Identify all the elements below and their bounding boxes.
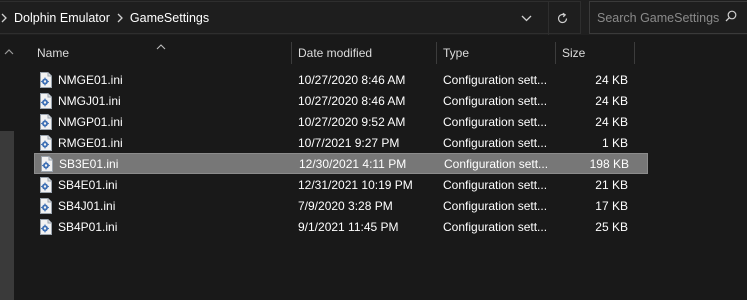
file-type: Configuration sett...	[443, 135, 548, 150]
file-name: NMGE01.ini	[58, 72, 123, 87]
file-rows: NMGE01.ini 10/27/2020 8:46 AM Configurat…	[18, 69, 747, 237]
scroll-up-icon[interactable]	[4, 43, 14, 55]
file-size: 24 KB	[595, 72, 628, 87]
config-file-icon	[39, 90, 55, 111]
file-type: Configuration sett...	[443, 198, 548, 213]
file-date-modified: 12/31/2021 10:19 PM	[298, 177, 413, 192]
file-name: NMGJ01.ini	[58, 93, 121, 108]
file-row-selected[interactable]: SB3E01.ini 12/30/2021 4:11 PM Configurat…	[34, 153, 648, 174]
file-row[interactable]: SB4J01.ini 7/9/2020 3:28 PM Configuratio…	[34, 195, 648, 216]
file-name: SB3E01.ini	[59, 156, 119, 171]
config-file-icon	[39, 69, 55, 90]
file-size: 21 KB	[595, 177, 628, 192]
file-name: NMGP01.ini	[58, 114, 123, 129]
toolbar: Dolphin Emulator GameSettings	[0, 0, 747, 35]
search-icon[interactable]	[725, 9, 737, 27]
file-list: Name Date modified Type Size NMGE01.ini …	[18, 35, 747, 300]
file-date-modified: 10/7/2021 9:27 PM	[298, 135, 400, 150]
file-date-modified: 10/27/2020 8:46 AM	[298, 72, 406, 87]
file-name: SB4E01.ini	[58, 177, 118, 192]
file-row[interactable]: SB4E01.ini 12/31/2021 10:19 PM Configura…	[34, 174, 648, 195]
file-row[interactable]: NMGP01.ini 10/27/2020 9:52 AM Configurat…	[34, 111, 648, 132]
column-header-size[interactable]: Size	[556, 42, 635, 64]
file-date-modified: 7/9/2020 3:28 PM	[298, 198, 393, 213]
config-file-icon	[39, 111, 55, 132]
file-name: RMGE01.ini	[58, 135, 123, 150]
file-date-modified: 10/27/2020 8:46 AM	[298, 93, 406, 108]
column-header-name-label: Name	[37, 46, 70, 60]
column-header-date-label: Date modified	[298, 46, 373, 60]
file-type: Configuration sett...	[443, 93, 548, 108]
column-header-date[interactable]: Date modified	[292, 42, 437, 64]
file-type: Configuration sett...	[443, 72, 548, 87]
config-file-icon	[39, 132, 55, 153]
config-file-icon	[39, 174, 55, 195]
address-bar[interactable]: Dolphin Emulator GameSettings	[0, 1, 581, 35]
column-header-name[interactable]: Name	[31, 42, 292, 64]
chevron-down-icon[interactable]	[513, 2, 539, 35]
file-row[interactable]: SB4P01.ini 9/1/2021 11:45 PM Configurati…	[34, 216, 648, 237]
navigation-pane	[0, 35, 18, 300]
file-size: 24 KB	[595, 93, 628, 108]
chevron-right-icon[interactable]	[0, 11, 8, 25]
column-header-type[interactable]: Type	[437, 42, 556, 64]
column-divider[interactable]	[634, 42, 635, 64]
file-explorer-window: Dolphin Emulator GameSettings Search Gam…	[0, 0, 747, 300]
file-size: 1 KB	[601, 135, 628, 150]
search-box[interactable]	[589, 1, 747, 34]
chevron-right-icon[interactable]	[116, 11, 124, 25]
file-size: 198 KB	[589, 156, 629, 171]
file-type: Configuration sett...	[443, 219, 548, 234]
file-size: 24 KB	[595, 114, 628, 129]
file-type: Configuration sett...	[443, 114, 548, 129]
config-file-icon	[40, 153, 56, 174]
file-row[interactable]: NMGE01.ini 10/27/2020 8:46 AM Configurat…	[34, 69, 648, 90]
file-size: 17 KB	[595, 198, 628, 213]
navigation-scrollbar-thumb[interactable]	[0, 131, 14, 300]
refresh-icon[interactable]	[548, 2, 576, 35]
config-file-icon	[39, 216, 55, 237]
column-header-size-label: Size	[562, 46, 586, 60]
file-name: SB4P01.ini	[58, 219, 118, 234]
file-date-modified: 9/1/2021 11:45 PM	[298, 219, 399, 234]
file-size: 25 KB	[595, 219, 628, 234]
column-header-row: Name Date modified Type Size	[18, 35, 747, 65]
file-date-modified: 12/30/2021 4:11 PM	[299, 156, 407, 171]
breadcrumb-dolphin-emulator[interactable]: Dolphin Emulator	[14, 11, 110, 25]
file-type: Configuration sett...	[444, 156, 549, 171]
column-header-type-label: Type	[443, 46, 470, 60]
config-file-icon	[39, 195, 55, 216]
file-type: Configuration sett...	[443, 177, 548, 192]
file-date-modified: 10/27/2020 9:52 AM	[298, 114, 406, 129]
breadcrumb-gamesettings[interactable]: GameSettings	[130, 11, 209, 25]
file-row[interactable]: RMGE01.ini 10/7/2021 9:27 PM Configurati…	[34, 132, 648, 153]
file-name: SB4J01.ini	[58, 198, 116, 213]
file-row[interactable]: NMGJ01.ini 10/27/2020 8:46 AM Configurat…	[34, 90, 648, 111]
search-input[interactable]	[597, 10, 719, 25]
